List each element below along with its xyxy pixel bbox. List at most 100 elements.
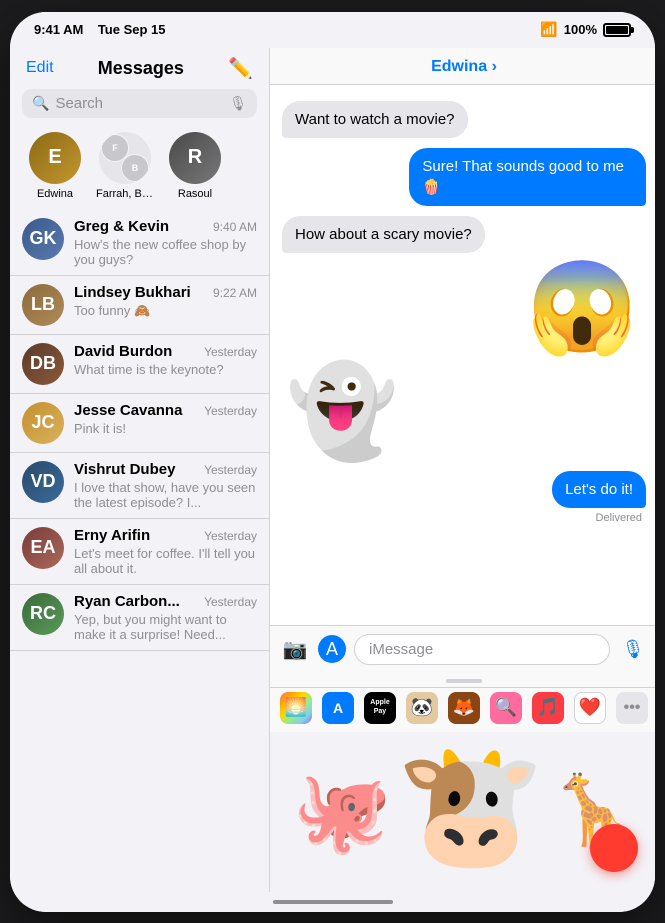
conv-time-david: Yesterday xyxy=(204,345,257,359)
tray-appstore-icon[interactable]: A xyxy=(322,692,354,724)
conv-item-jesse[interactable]: JC Jesse Cavanna Yesterday Pink it is! xyxy=(10,394,269,453)
conv-avatar-jesse: JC xyxy=(22,402,64,444)
message-row-3: How about a scary movie? xyxy=(282,216,646,253)
battery-icon xyxy=(603,23,631,37)
conv-item-vishrut[interactable]: VD Vishrut Dubey Yesterday I love that s… xyxy=(10,453,269,519)
conv-avatar-vishrut: VD xyxy=(22,461,64,503)
conv-name-greg: Greg & Kevin xyxy=(74,218,169,235)
tray-photos-icon[interactable]: 🌅 xyxy=(280,692,312,724)
date-display: Tue Sep 15 xyxy=(98,22,166,37)
tray-applepay-icon[interactable]: ApplePay xyxy=(364,692,396,724)
messages-list-panel: Edit Messages ✏️ 🔍 Search 🎙 E Edwina xyxy=(10,48,270,892)
chat-messages: Want to watch a movie? Sure! That sounds… xyxy=(270,85,655,625)
tray-health-icon[interactable]: ❤️ xyxy=(574,692,606,724)
conv-item-ryan[interactable]: RC Ryan Carbon... Yesterday Yep, but you… xyxy=(10,585,269,651)
mic-icon: 🎙 xyxy=(229,95,247,112)
bubble-text-1: Want to watch a movie? xyxy=(295,111,455,128)
imessage-input[interactable]: iMessage xyxy=(354,634,610,665)
status-time: 9:41 AM Tue Sep 15 xyxy=(34,22,166,37)
tray-memoji-icon[interactable]: 🐼 xyxy=(406,692,438,724)
audio-button[interactable]: 🎙 xyxy=(618,634,648,664)
search-placeholder: Search xyxy=(55,95,223,112)
avatar-edwina: E xyxy=(29,132,81,184)
conv-preview-greg: How's the new coffee shop by you guys? xyxy=(74,237,257,267)
conv-avatar-greg: GK xyxy=(22,218,64,260)
search-bar[interactable]: 🔍 Search 🎙 xyxy=(22,89,257,118)
time-display: 9:41 AM xyxy=(34,22,83,37)
avatar-farrah-group: F B xyxy=(99,132,151,184)
conv-avatar-erny: EA xyxy=(22,527,64,569)
shelf-octopus[interactable]: 🐙 xyxy=(292,765,392,859)
conv-item-greg[interactable]: GK Greg & Kevin 9:40 AM How's the new co… xyxy=(10,210,269,276)
conv-name-erny: Erny Arifin xyxy=(74,527,150,544)
conv-name-ryan: Ryan Carbon... xyxy=(74,593,180,610)
appstore-icon: A xyxy=(326,639,338,660)
conv-name-vishrut: Vishrut Dubey xyxy=(74,461,175,478)
chat-name-text: Edwina xyxy=(431,58,487,75)
apps-button[interactable]: A xyxy=(318,635,346,663)
conv-item-david[interactable]: DB David Burdon Yesterday What time is t… xyxy=(10,335,269,394)
messages-title: Messages xyxy=(98,58,184,79)
bubble-text-2: Sure! That sounds good to me 🍿 xyxy=(422,158,624,196)
ghost-row: 👻 xyxy=(282,363,646,461)
conv-time-lindsey: 9:22 AM xyxy=(213,286,257,300)
contact-name-edwina: Edwina xyxy=(26,188,84,200)
pinned-contact-farrah[interactable]: F B Farrah, Brya... xyxy=(96,132,154,200)
edit-button[interactable]: Edit xyxy=(26,59,54,77)
conv-preview-ryan: Yep, but you might want to make it a sur… xyxy=(74,612,257,642)
conv-item-lindsey[interactable]: LB Lindsey Bukhari 9:22 AM Too funny 🙈 xyxy=(10,276,269,335)
main-area: Edit Messages ✏️ 🔍 Search 🎙 E Edwina xyxy=(10,48,655,892)
message-row-1: Want to watch a movie? xyxy=(282,101,646,138)
message-row-2: Sure! That sounds good to me 🍿 xyxy=(282,148,646,206)
conv-content-david: David Burdon Yesterday What time is the … xyxy=(74,343,257,377)
conv-avatar-ryan: RC xyxy=(22,593,64,635)
conv-content-ryan: Ryan Carbon... Yesterday Yep, but you mi… xyxy=(74,593,257,642)
conv-time-ryan: Yesterday xyxy=(204,595,257,609)
conv-content-vishrut: Vishrut Dubey Yesterday I love that show… xyxy=(74,461,257,510)
conv-item-erny[interactable]: EA Erny Arifin Yesterday Let's meet for … xyxy=(10,519,269,585)
bubble-text-3: How about a scary movie? xyxy=(295,226,472,243)
conv-time-erny: Yesterday xyxy=(204,529,257,543)
pill-indicator xyxy=(446,679,482,683)
conv-name-lindsey: Lindsey Bukhari xyxy=(74,284,191,301)
bubble-outgoing-2: Let's do it! xyxy=(552,471,646,508)
memoji-shelf: 🐙 🐮 🦒 xyxy=(270,732,655,892)
ghost-sticker: 👻 xyxy=(282,363,402,461)
pinned-contacts: E Edwina F B Farrah, Brya... R Rasoul xyxy=(10,126,269,210)
conv-content-erny: Erny Arifin Yesterday Let's meet for cof… xyxy=(74,527,257,576)
status-bar: 9:41 AM Tue Sep 15 📶 100% xyxy=(10,12,655,48)
battery-label: 100% xyxy=(564,22,597,37)
compose-button[interactable]: ✏️ xyxy=(228,56,253,81)
chat-contact-name[interactable]: Edwina › xyxy=(431,58,497,75)
conv-header-greg: Greg & Kevin 9:40 AM xyxy=(74,218,257,235)
shelf-cow[interactable]: 🐮 xyxy=(395,737,544,877)
app-tray: 🌅 A ApplePay 🐼 🦊 🔍 🎵 ❤️ ••• xyxy=(270,687,655,732)
tray-music-icon[interactable]: 🎵 xyxy=(532,692,564,724)
conv-content-greg: Greg & Kevin 9:40 AM How's the new coffe… xyxy=(74,218,257,267)
search-icon: 🔍 xyxy=(32,95,49,112)
wifi-icon: 📶 xyxy=(540,21,557,38)
camera-button[interactable]: 📷 xyxy=(280,634,310,664)
conv-avatar-lindsey: LB xyxy=(22,284,64,326)
messages-header: Edit Messages ✏️ xyxy=(10,48,269,87)
conv-preview-david: What time is the keynote? xyxy=(74,362,257,377)
tray-stickers-icon[interactable]: 🔍 xyxy=(490,692,522,724)
memoji-sticker: 😱 xyxy=(526,263,638,353)
tray-animoji-icon[interactable]: 🦊 xyxy=(448,692,480,724)
pill-indicator-row xyxy=(270,673,655,687)
conv-time-jesse: Yesterday xyxy=(204,404,257,418)
home-indicator xyxy=(10,892,655,912)
conv-content-jesse: Jesse Cavanna Yesterday Pink it is! xyxy=(74,402,257,436)
pinned-contact-rasoul[interactable]: R Rasoul xyxy=(166,132,224,200)
conv-avatar-david: DB xyxy=(22,343,64,385)
conv-preview-lindsey: Too funny 🙈 xyxy=(74,303,257,319)
record-button[interactable] xyxy=(590,824,638,872)
conv-name-jesse: Jesse Cavanna xyxy=(74,402,182,419)
bubble-incoming-2: How about a scary movie? xyxy=(282,216,485,253)
conv-preview-vishrut: I love that show, have you seen the late… xyxy=(74,480,257,510)
bubble-outgoing-1: Sure! That sounds good to me 🍿 xyxy=(409,148,646,206)
contact-name-rasoul: Rasoul xyxy=(166,188,224,200)
pinned-contact-edwina[interactable]: E Edwina xyxy=(26,132,84,200)
tray-more-icon[interactable]: ••• xyxy=(616,692,648,724)
bubble-text-5: Let's do it! xyxy=(565,481,633,498)
